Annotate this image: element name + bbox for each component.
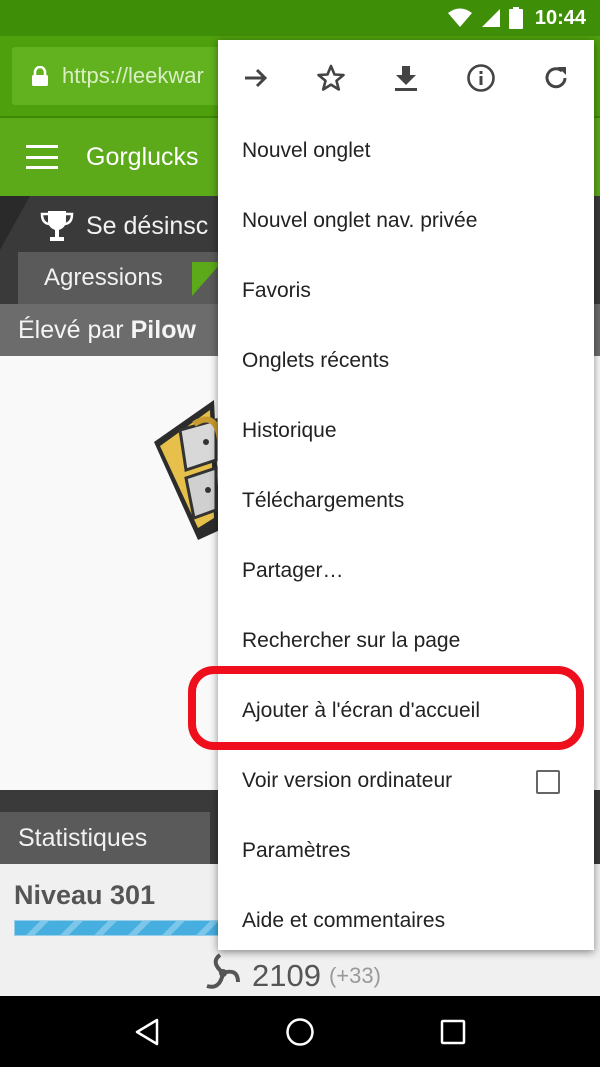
talent-delta: (+33) — [328, 962, 381, 988]
unsubscribe-link[interactable]: Se désinsc — [40, 200, 208, 252]
status-time: 10:44 — [534, 6, 586, 29]
menu-item-new-tab[interactable]: Nouvel onglet — [218, 116, 594, 186]
battery-icon — [508, 7, 523, 29]
menu-item-label: Nouvel onglet nav. privée — [242, 209, 478, 232]
talent-value: 2109 — [252, 957, 321, 993]
level-label: Niveau 301 — [14, 880, 156, 910]
recents-icon[interactable] — [423, 1002, 483, 1062]
menu-item-help-feedback[interactable]: Aide et commentaires — [218, 886, 594, 956]
info-icon[interactable] — [443, 63, 518, 93]
wifi-icon — [447, 8, 473, 28]
menu-item-bookmarks[interactable]: Favoris — [218, 256, 594, 326]
talent-display: 2109 (+33) — [202, 952, 381, 999]
menu-item-desktop-site[interactable]: Voir version ordinateur — [218, 746, 594, 816]
menu-item-label: Historique — [242, 419, 337, 442]
menu-item-label: Partager… — [242, 559, 344, 582]
hamburger-menu-icon[interactable] — [26, 145, 58, 169]
menu-item-history[interactable]: Historique — [218, 396, 594, 466]
back-icon[interactable] — [117, 1002, 177, 1062]
overflow-menu: Nouvel onglet Nouvel onglet nav. privée … — [218, 40, 594, 950]
url-text: https://leekwar — [62, 63, 204, 88]
lock-icon — [32, 66, 48, 86]
menu-item-label: Rechercher sur la page — [242, 629, 461, 652]
menu-item-label: Favoris — [242, 279, 311, 302]
tab-statistics[interactable]: Statistiques — [0, 812, 210, 864]
menu-item-incognito-tab[interactable]: Nouvel onglet nav. privée — [218, 186, 594, 256]
forward-icon[interactable] — [218, 64, 293, 92]
menu-icon-row — [218, 40, 594, 116]
menu-item-label: Paramètres — [242, 839, 351, 862]
menu-item-share[interactable]: Partager… — [218, 536, 594, 606]
unsubscribe-label: Se désinsc — [86, 211, 209, 240]
star-icon[interactable] — [293, 63, 368, 93]
menu-item-label: Voir version ordinateur — [242, 769, 453, 792]
desktop-site-checkbox[interactable] — [536, 770, 560, 794]
menu-item-downloads[interactable]: Téléchargements — [218, 466, 594, 536]
menu-item-settings[interactable]: Paramètres — [218, 816, 594, 886]
menu-item-label: Téléchargements — [242, 489, 405, 512]
signal-icon — [481, 8, 501, 28]
breeder-name[interactable]: Pilow — [131, 316, 196, 345]
xp-progress-bar — [14, 920, 224, 936]
menu-item-recent-tabs[interactable]: Onglets récents — [218, 326, 594, 396]
download-icon[interactable] — [368, 64, 443, 92]
navigation-bar — [0, 996, 600, 1067]
talent-icon — [202, 952, 244, 999]
highlight-annotation — [188, 666, 584, 750]
site-title: Gorglucks — [86, 142, 199, 171]
menu-item-label: Onglets récents — [242, 349, 390, 372]
breeder-prefix: Élevé par — [18, 315, 124, 344]
refresh-icon[interactable] — [518, 64, 593, 92]
band-decoration — [0, 196, 30, 250]
home-icon[interactable] — [270, 1002, 330, 1062]
menu-item-label: Nouvel onglet — [242, 139, 371, 162]
tab-statistics-label: Statistiques — [18, 823, 148, 852]
status-bar: 10:44 — [0, 0, 600, 36]
menu-item-label: Aide et commentaires — [242, 909, 446, 932]
tab-aggressions-label: Agressions — [44, 264, 163, 291]
trophy-icon — [40, 209, 74, 243]
